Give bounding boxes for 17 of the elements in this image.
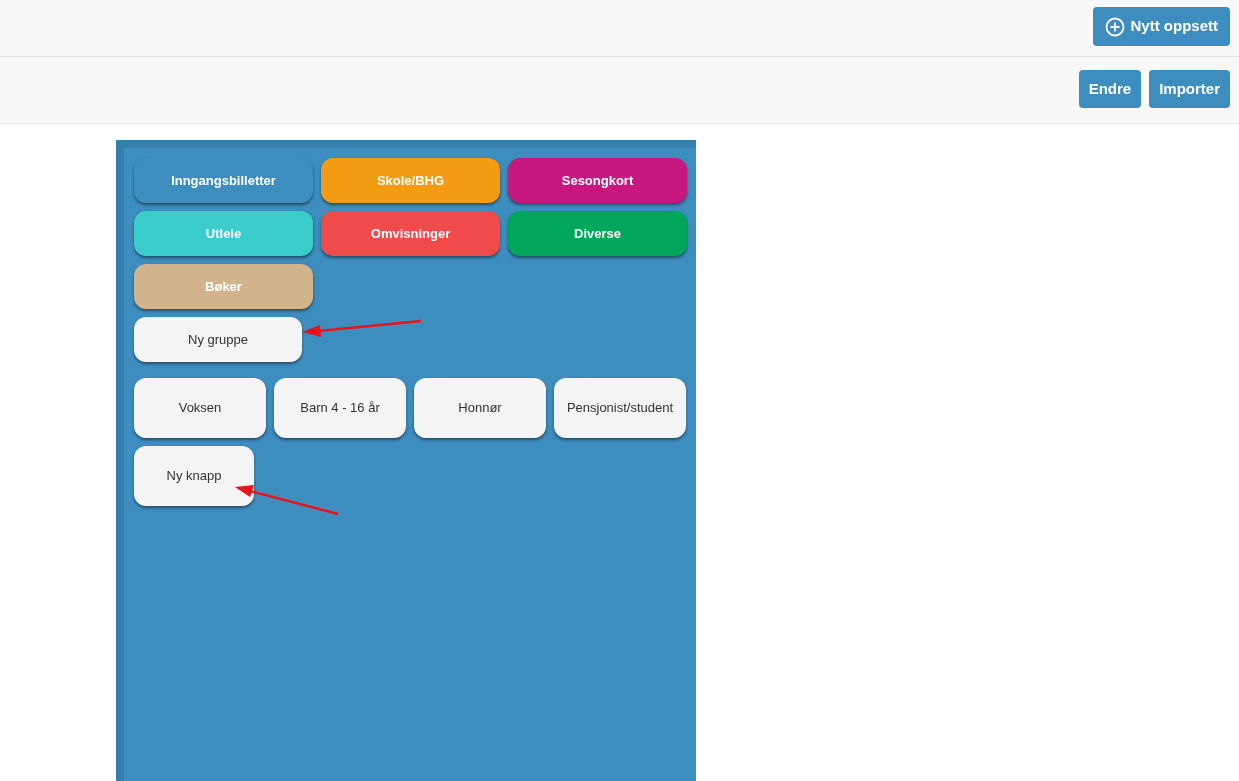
toolbar-button[interactable]: Endre xyxy=(1078,70,1142,108)
group-button[interactable]: Utleie xyxy=(134,211,313,256)
group-button[interactable]: Sesongkort xyxy=(508,158,687,203)
product-button[interactable]: Pensjonist/student xyxy=(554,378,686,438)
group-button[interactable]: Inngangsbilletter xyxy=(134,158,313,203)
product-button[interactable]: Voksen xyxy=(134,378,266,438)
new-product-button[interactable]: Ny knapp xyxy=(134,446,254,506)
product-button[interactable]: Honnør xyxy=(414,378,546,438)
group-button[interactable]: Diverse xyxy=(508,211,687,256)
group-button[interactable]: Omvisninger xyxy=(321,211,500,256)
plus-circle-icon xyxy=(1104,16,1125,37)
new-group-button[interactable]: Ny gruppe xyxy=(134,317,302,362)
product-button[interactable]: Barn 4 - 16 år xyxy=(274,378,406,438)
new-layout-button[interactable]: Nytt oppsett xyxy=(1092,7,1230,46)
group-button[interactable]: Bøker xyxy=(134,264,313,309)
toolbar-button[interactable]: Importer xyxy=(1149,70,1230,108)
group-button[interactable]: Skole/BHG xyxy=(321,158,500,203)
